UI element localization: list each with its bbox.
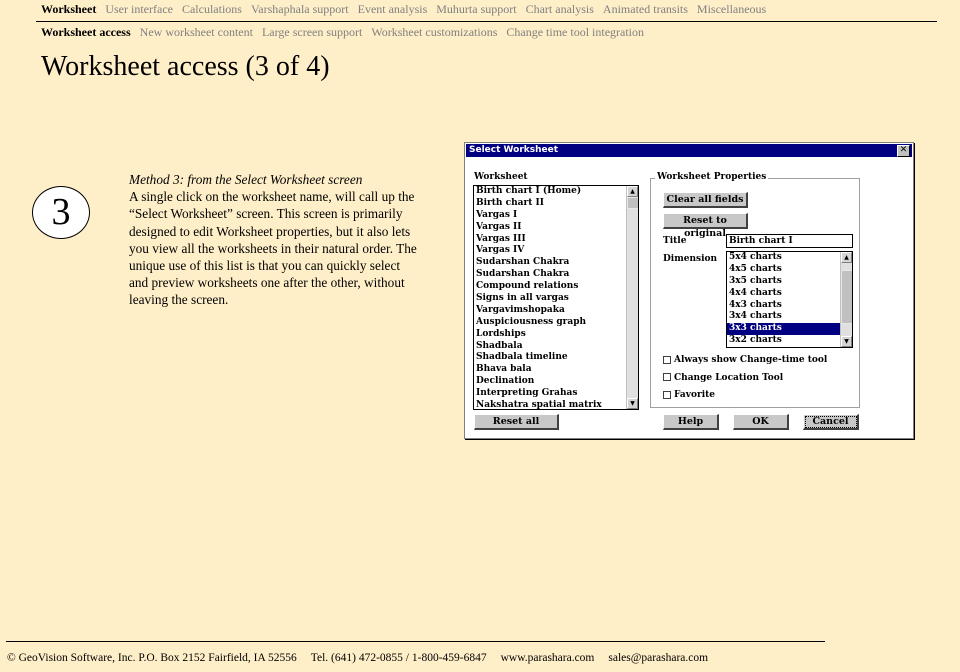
worksheet-list-item[interactable]: Vargas IV — [474, 245, 638, 257]
page-title: Worksheet access (3 of 4) — [41, 51, 330, 82]
phone-text: Tel. (641) 472-0855 / 1-800-459-6847 — [310, 652, 487, 664]
checkbox-label: Favorite — [674, 390, 716, 400]
method-heading: Method 3: from the Select Worksheet scre… — [129, 172, 363, 187]
title-label: Title — [663, 236, 687, 246]
ok-button[interactable]: OK — [733, 414, 789, 430]
checkbox-icon[interactable] — [663, 390, 671, 399]
checkbox-always-show-change-time-tool[interactable]: Always show Change-time tool — [663, 355, 827, 365]
nav-primary-muhurta-support[interactable]: Muhurta support — [436, 2, 516, 16]
nav-primary-animated-transits[interactable]: Animated transits — [603, 2, 688, 16]
worksheet-list-item[interactable]: Declination — [474, 376, 638, 388]
dialog-title: Select Worksheet — [469, 145, 559, 155]
nav-divider — [36, 21, 937, 22]
footer-divider — [6, 641, 825, 642]
secondary-nav: Worksheet access New worksheet content Lar… — [41, 25, 653, 40]
worksheet-items: Birth chart I (Home) Birth chart II Vargas… — [474, 186, 638, 409]
checkbox-label: Change Location Tool — [674, 372, 784, 383]
scroll-down-icon[interactable]: ▼ — [841, 336, 852, 347]
worksheet-list-item[interactable]: Nakshatra spatial matrix — [474, 400, 638, 409]
reset-to-original-button[interactable]: Reset to original — [663, 213, 748, 239]
checkbox-icon[interactable] — [663, 373, 671, 381]
worksheet-list-item[interactable]: Vargavimshopaka — [474, 305, 638, 317]
title-input[interactable]: Birth chart I — [726, 234, 853, 248]
worksheet-list-scrollbar[interactable]: ▲ ▼ — [626, 186, 638, 409]
worksheet-list-item[interactable]: Sudarshan Chakra — [474, 257, 638, 269]
dimension-list-item[interactable]: 4x5 charts — [727, 264, 852, 276]
worksheet-list-item[interactable]: Birth chart II — [474, 198, 638, 210]
worksheet-list-item[interactable]: Signs in all vargas — [474, 293, 638, 305]
dimension-list[interactable]: 5x4 charts 4x5 charts 3x5 charts 4x4 charts… — [726, 251, 853, 348]
description-body: A single click on the worksheet name, wi… — [129, 189, 417, 308]
dimension-list-scrollbar[interactable]: ▲ ▼ — [840, 252, 852, 347]
description: Method 3: from the Select Worksheet scre… — [129, 171, 419, 309]
worksheet-list-item[interactable]: Bhava bala — [474, 364, 638, 376]
scroll-thumb[interactable] — [627, 197, 638, 209]
nav-primary-chart-analysis[interactable]: Chart analysis — [526, 2, 594, 16]
checkbox-icon[interactable] — [663, 355, 671, 364]
website-link[interactable]: www.parashara.com — [501, 652, 595, 664]
nav-primary-event-analysis[interactable]: Event analysis — [358, 2, 428, 16]
help-button[interactable]: Help — [663, 414, 719, 430]
cancel-button[interactable]: Cancel — [803, 414, 859, 430]
dimension-list-item[interactable]: 3x5 charts — [727, 276, 852, 288]
dimension-items: 5x4 charts 4x5 charts 3x5 charts 4x4 charts… — [727, 252, 852, 347]
scroll-up-icon[interactable]: ▲ — [627, 186, 638, 197]
primary-nav: Worksheet User interface Calculations Varsh… — [41, 2, 775, 17]
checkbox-favorite[interactable]: Favorite — [663, 390, 715, 400]
close-icon[interactable]: ✕ — [897, 145, 910, 157]
nav-primary-calculations[interactable]: Calculations — [182, 2, 242, 16]
scroll-down-icon[interactable]: ▼ — [627, 398, 638, 409]
checkbox-label: Always show Change-time tool — [674, 355, 828, 365]
worksheet-list-item[interactable]: Vargas I — [474, 210, 638, 222]
dimension-label: Dimension — [663, 254, 718, 264]
worksheet-list-item[interactable]: Sudarshan Chakra — [474, 269, 638, 281]
dimension-list-item[interactable]: 3x3 charts — [727, 323, 852, 336]
dimension-list-item[interactable]: 4x3 charts — [727, 300, 852, 312]
nav-secondary-change-time-tool-integration[interactable]: Change time tool integration — [506, 25, 644, 39]
worksheet-list-item[interactable]: Lordships — [474, 329, 638, 341]
step-number-badge: 3 — [32, 186, 90, 239]
checkbox-change-location-tool[interactable]: Change Location Tool — [663, 373, 783, 383]
worksheet-list-item[interactable]: Vargas III — [474, 234, 638, 246]
scroll-up-icon[interactable]: ▲ — [841, 252, 852, 263]
dimension-list-item[interactable]: 5x4 charts — [727, 252, 852, 264]
footer: © GeoVision Software, Inc. P.O. Box 2152… — [7, 652, 722, 664]
email-link[interactable]: sales@parashara.com — [608, 652, 708, 664]
nav-primary-worksheet[interactable]: Worksheet — [41, 2, 96, 16]
worksheet-list[interactable]: Birth chart I (Home) Birth chart II Vargas… — [473, 185, 639, 410]
scroll-thumb[interactable] — [841, 270, 852, 324]
dimension-list-item[interactable]: 3x4 charts — [727, 311, 852, 323]
nav-secondary-new-worksheet-content[interactable]: New worksheet content — [140, 25, 253, 39]
worksheet-list-item[interactable]: Shadbala timeline — [474, 352, 638, 364]
reset-all-button[interactable]: Reset all — [474, 414, 559, 430]
copyright-text: © GeoVision Software, Inc. P.O. Box 2152… — [7, 652, 297, 664]
nav-secondary-worksheet-access[interactable]: Worksheet access — [41, 25, 131, 39]
properties-legend: Worksheet Properties — [655, 172, 769, 182]
worksheet-list-item[interactable]: Interpreting Grahas — [474, 388, 638, 400]
nav-primary-varshaphala-support[interactable]: Varshaphala support — [251, 2, 349, 16]
worksheet-list-item[interactable]: Auspiciousness graph — [474, 317, 638, 329]
worksheet-label: Worksheet — [474, 172, 528, 182]
select-worksheet-dialog: Select Worksheet ✕ Worksheet Birth chart… — [464, 142, 914, 439]
worksheet-list-item[interactable]: Compound relations — [474, 281, 638, 293]
worksheet-list-item[interactable]: Birth chart I (Home) — [474, 186, 638, 198]
nav-secondary-large-screen-support[interactable]: Large screen support — [262, 25, 362, 39]
worksheet-list-item[interactable]: Shadbala — [474, 341, 638, 353]
dialog-titlebar: Select Worksheet ✕ — [466, 144, 912, 157]
nav-secondary-worksheet-customizations[interactable]: Worksheet customizations — [371, 25, 497, 39]
nav-primary-user-interface[interactable]: User interface — [105, 2, 173, 16]
dimension-list-item[interactable]: 4x4 charts — [727, 288, 852, 300]
worksheet-list-item[interactable]: Vargas II — [474, 222, 638, 234]
clear-all-fields-button[interactable]: Clear all fields — [663, 192, 748, 208]
dimension-list-item[interactable]: 3x2 charts — [727, 335, 852, 347]
nav-primary-miscellaneous[interactable]: Miscellaneous — [697, 2, 766, 16]
